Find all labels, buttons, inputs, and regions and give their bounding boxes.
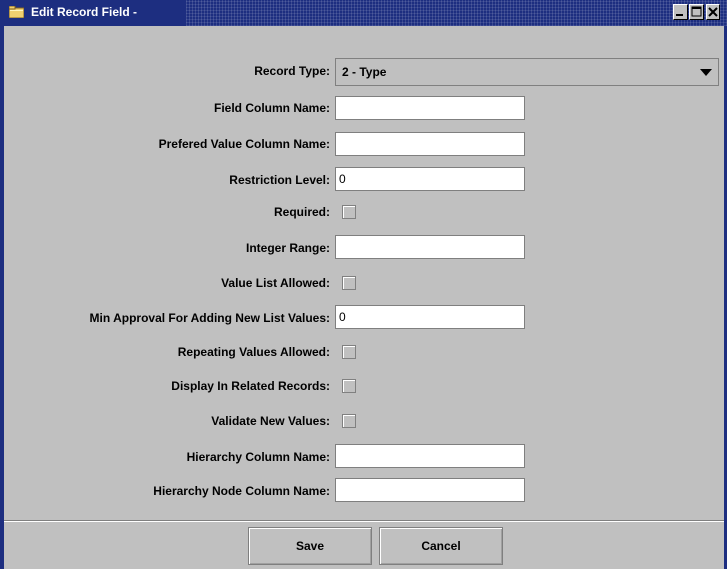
field-column-name-label: Field Column Name: — [213, 101, 330, 115]
preferred-value-column-name-input[interactable] — [335, 132, 525, 156]
min-approval-input[interactable] — [335, 305, 525, 329]
cancel-button[interactable]: Cancel — [379, 527, 503, 565]
hierarchy-column-name-input[interactable] — [335, 444, 525, 468]
validate-new-values-label: Validate New Values: — [211, 414, 330, 428]
display-in-related-records-checkbox[interactable] — [342, 379, 356, 393]
window-frame-left — [0, 26, 4, 569]
maximize-icon — [691, 6, 702, 17]
min-approval-label: Min Approval For Adding New List Values: — [89, 311, 330, 325]
display-in-related-records-label: Display In Related Records: — [171, 379, 330, 393]
hierarchy-node-column-name-input[interactable] — [335, 478, 525, 502]
required-checkbox[interactable] — [342, 205, 356, 219]
title-bar[interactable]: Edit Record Field - — [0, 0, 727, 26]
record-type-select[interactable]: 2 - Type — [335, 58, 719, 86]
close-button[interactable] — [706, 4, 720, 20]
close-icon — [708, 7, 718, 17]
chevron-down-icon — [700, 69, 712, 76]
edit-record-field-window: Edit Record Field - Record Type: 2 - Typ… — [0, 0, 727, 569]
preferred-value-column-name-label: Prefered Value Column Name: — [158, 137, 330, 151]
minimize-icon — [676, 14, 683, 16]
value-list-allowed-checkbox[interactable] — [342, 276, 356, 290]
field-column-name-input[interactable] — [335, 96, 525, 120]
hierarchy-node-column-name-label: Hierarchy Node Column Name: — [153, 484, 330, 498]
repeating-values-allowed-checkbox[interactable] — [342, 345, 356, 359]
restriction-level-input[interactable] — [335, 167, 525, 191]
button-divider-highlight — [4, 521, 724, 522]
minimize-button[interactable] — [673, 4, 688, 20]
maximize-button[interactable] — [689, 4, 704, 20]
window-title: Edit Record Field - — [31, 5, 138, 19]
restriction-level-label: Restriction Level: — [229, 173, 330, 187]
validate-new-values-checkbox[interactable] — [342, 414, 356, 428]
integer-range-label: Integer Range: — [245, 241, 330, 255]
repeating-values-allowed-label: Repeating Values Allowed: — [177, 345, 330, 359]
hierarchy-column-name-label: Hierarchy Column Name: — [186, 450, 330, 464]
value-list-allowed-label: Value List Allowed: — [221, 276, 330, 290]
record-type-value: 2 - Type — [342, 65, 387, 79]
save-button[interactable]: Save — [248, 527, 372, 565]
record-type-label: Record Type: — [254, 64, 330, 78]
integer-range-input[interactable] — [335, 235, 525, 259]
folder-icon — [8, 5, 25, 19]
required-label: Required: — [273, 205, 330, 219]
